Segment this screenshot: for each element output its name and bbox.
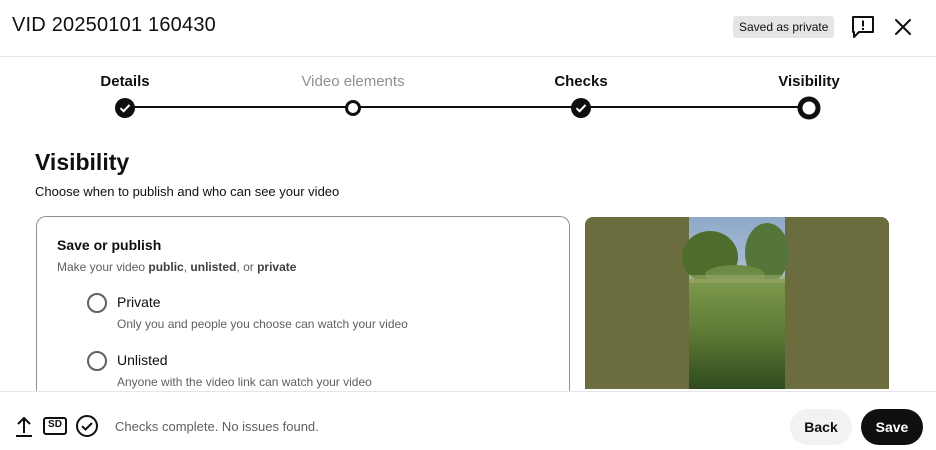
- close-icon: [895, 19, 911, 35]
- back-button[interactable]: Back: [790, 409, 852, 445]
- card-subtitle-public: public: [148, 260, 184, 274]
- page-title: Visibility: [35, 149, 130, 175]
- sd-icon-label: SD: [48, 419, 62, 430]
- card-title: Save or publish: [57, 237, 162, 253]
- save-button[interactable]: Save: [861, 409, 923, 445]
- unlisted-radio[interactable]: [87, 351, 107, 371]
- card-subtitle-prefix: Make your video: [57, 260, 149, 274]
- step-video-elements-label[interactable]: Video elements: [273, 73, 433, 90]
- private-radio[interactable]: [87, 293, 107, 313]
- page-subtitle: Choose when to publish and who can see y…: [35, 184, 340, 199]
- unlisted-description: Anyone with the video link can watch you…: [117, 375, 372, 389]
- upload-icon[interactable]: [12, 414, 36, 438]
- card-subtitle-unlisted: unlisted: [190, 260, 237, 274]
- upload-stepper: Details Video elements Checks Visibility: [0, 58, 936, 128]
- check-circle-icon[interactable]: [75, 414, 99, 438]
- card-subtitle: Make your video public, unlisted, or pri…: [57, 260, 296, 274]
- private-description: Only you and people you choose can watch…: [117, 317, 408, 331]
- step-checks-check-icon[interactable]: [570, 97, 592, 119]
- feedback-icon: [852, 16, 874, 38]
- step-details-label[interactable]: Details: [45, 73, 205, 90]
- saved-status-badge: Saved as private: [733, 16, 835, 38]
- step-checks-label[interactable]: Checks: [501, 73, 661, 90]
- close-button[interactable]: [890, 14, 916, 40]
- video-thumbnail-image: [585, 217, 889, 389]
- video-preview[interactable]: [585, 217, 889, 389]
- dialog-footer: SD Checks complete. No issues found. Bac…: [0, 391, 936, 450]
- step-visibility-label[interactable]: Visibility: [729, 73, 889, 90]
- save-or-publish-card: Save or publish Make your video public, …: [36, 216, 570, 416]
- step-details-check-icon[interactable]: [114, 97, 136, 119]
- checks-status-text: Checks complete. No issues found.: [115, 419, 319, 434]
- stepper-track: [125, 106, 809, 108]
- card-subtitle-private: private: [257, 260, 297, 274]
- dialog-title: VID 20250101 160430: [12, 14, 216, 36]
- unlisted-label[interactable]: Unlisted: [117, 352, 168, 368]
- private-label[interactable]: Private: [117, 294, 161, 310]
- feedback-button[interactable]: [850, 14, 876, 40]
- dialog-header: VID 20250101 160430 Saved as private: [0, 0, 936, 57]
- sd-icon[interactable]: SD: [43, 416, 67, 436]
- card-subtitle-sep2: , or: [236, 260, 258, 274]
- step-video-elements-dot-icon[interactable]: [344, 99, 362, 117]
- step-visibility-current-icon[interactable]: [797, 96, 821, 120]
